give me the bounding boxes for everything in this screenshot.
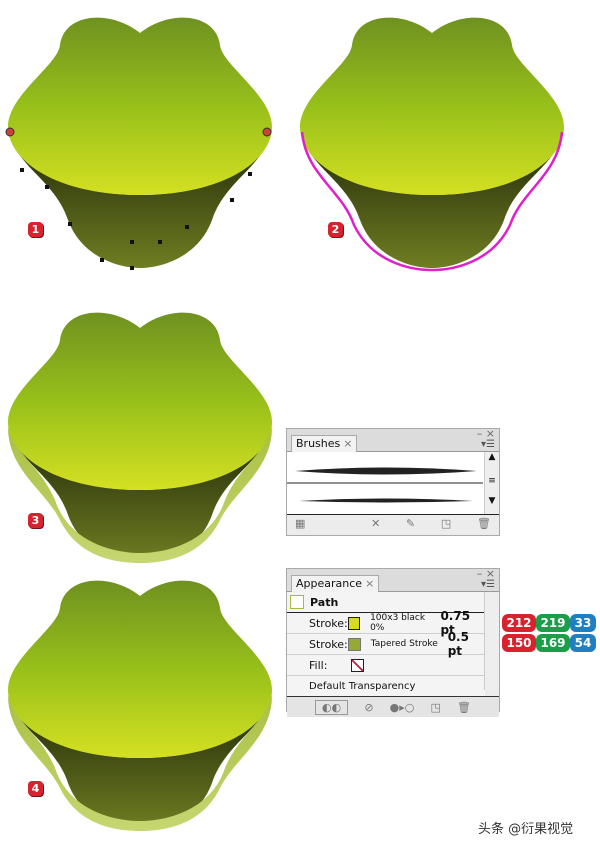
transparency-label: Default Transparency [309,680,416,692]
object-thumbnail [290,595,304,609]
figure-step-3 [8,312,272,563]
brush-options-icon[interactable]: ✎ [406,517,415,530]
stroke-brush-name: 100x3 black 0% [370,613,426,633]
rgb-green-value: 169 [536,634,570,652]
tab-brushes[interactable]: Brushes × [291,435,358,452]
step-badge: 4 [28,781,43,796]
new-brush-icon[interactable]: ◳ [441,517,451,530]
figure-step-2 [300,17,564,272]
anchor-right [262,127,272,137]
stroke-row[interactable]: Stroke: Tapered Stroke 0.5 pt [287,630,485,658]
brush-swatch-1[interactable] [295,467,477,475]
fill-label: Fill: [309,658,328,672]
stroke-swatch[interactable] [348,637,361,651]
stroke-label: Stroke: [309,616,348,630]
stroke-label: Stroke: [309,637,348,651]
panel-menu-icon[interactable]: ▾☰ [481,439,495,450]
remove-stroke-icon[interactable]: ✕ [371,517,380,530]
object-type: Path [310,595,339,609]
watermark: 头条 @衍果视觉 [478,822,574,837]
stroke-swatch[interactable] [347,616,361,630]
scrollbar[interactable]: ▲ ≡ ▼ [484,452,499,514]
brushes-panel: – × Brushes × ▾☰ ▲ ≡ ▼ ▦ ✕ ✎ ◳ 🗑 [286,427,500,536]
figure-step-4 [8,580,272,831]
tutorial-canvas: 1 2 3 4 – × Brushes × ▾☰ ▲ ≡ ▼ ▦ ✕ ✎ ◳ 🗑 – × Ap… [0,0,600,850]
transparency-row[interactable]: Default Transparency [287,676,485,696]
tab-close-icon[interactable]: × [343,437,352,450]
anchor-left [5,127,15,137]
trash-icon[interactable]: 🗑 [477,517,491,530]
stroke-weight[interactable]: 0.5 pt [448,630,485,658]
panel-menu-icon[interactable]: ▾☰ [481,579,495,590]
brush-swatch-tapered[interactable] [299,498,473,503]
tab-label: Brushes [296,437,341,450]
step-badge: 1 [28,222,43,237]
rgb-blue-value: 33 [570,614,596,632]
tab-label: Appearance [296,577,363,590]
rgb-red-value: 212 [502,614,536,632]
step-badge: 2 [328,222,343,237]
appearance-panel: – × Appearance × ▾☰ Path Stroke: 100x3 bl… [286,567,500,717]
stroke-brush-name: Tapered Stroke [370,639,438,649]
fill-row[interactable]: Fill: [287,655,485,676]
step-badge: 3 [28,513,43,528]
add-new-effect-icon[interactable]: ◐◐ [315,699,349,715]
trash-icon[interactable]: 🗑 [457,701,471,714]
scrollbar[interactable] [484,592,499,690]
no-fill-swatch-icon[interactable] [351,658,364,672]
reduce-to-basic-icon[interactable]: ●▸○ [390,701,415,714]
tab-close-icon[interactable]: × [365,577,374,590]
rgb-red-value: 150 [502,634,536,652]
brush-libraries-icon[interactable]: ▦ [295,517,305,530]
tab-appearance[interactable]: Appearance × [291,575,380,592]
clear-appearance-icon[interactable]: ⊘ [364,701,373,714]
rgb-green-value: 219 [536,614,570,632]
figure-step-1 [5,17,272,270]
rgb-blue-value: 54 [570,634,596,652]
duplicate-item-icon[interactable]: ◳ [430,701,440,714]
